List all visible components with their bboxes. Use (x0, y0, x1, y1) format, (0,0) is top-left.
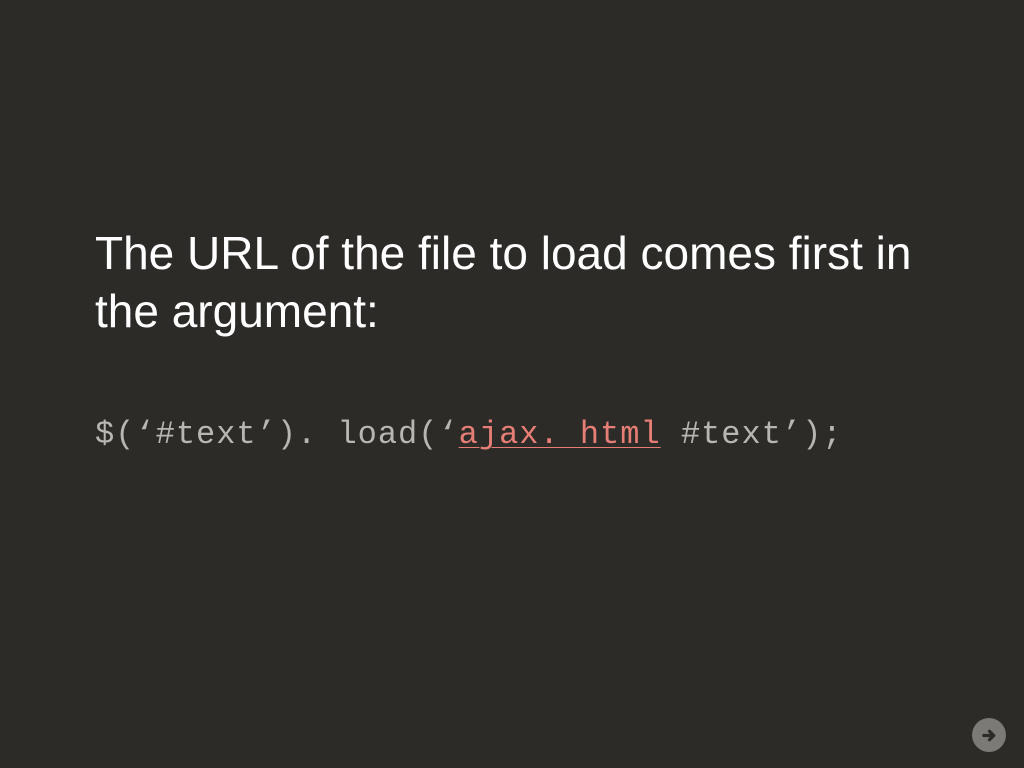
code-highlight: ajax. html (459, 416, 661, 453)
slide-heading: The URL of the file to load comes first … (95, 225, 925, 340)
code-suffix: #text’); (661, 416, 843, 453)
code-prefix: $(‘#text’). load(‘ (95, 416, 459, 453)
next-slide-button[interactable] (972, 718, 1006, 752)
code-example: $(‘#text’). load(‘ajax. html #text’); (95, 416, 843, 453)
slide: The URL of the file to load comes first … (0, 0, 1024, 768)
arrow-right-icon (981, 727, 998, 744)
